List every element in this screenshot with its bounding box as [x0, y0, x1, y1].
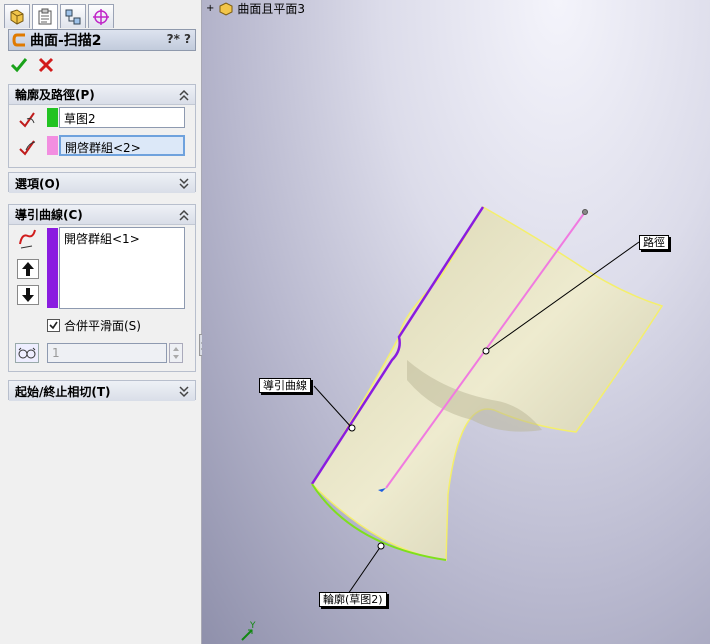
feature-title-bar: 曲面-扫描2 ?* ? — [8, 29, 196, 51]
merge-smooth-option[interactable]: 合併平滑面(S) — [47, 317, 141, 334]
start-end-tangency-label: 起始/終止相切(T) — [15, 384, 111, 399]
tab-feature-manager[interactable] — [4, 4, 30, 28]
ok-button[interactable] — [10, 56, 28, 74]
triad-icon — [241, 629, 253, 641]
spinner-arrows-icon — [173, 347, 179, 359]
leader-anchor-path — [482, 347, 490, 355]
guide-color-swatch — [47, 228, 58, 308]
move-down-button[interactable] — [17, 285, 39, 305]
property-icon — [38, 8, 52, 25]
section-count-spinner[interactable] — [169, 343, 183, 363]
guide-curve-list[interactable]: 開啓群組<1> — [59, 227, 185, 309]
tab-configuration-manager[interactable] — [60, 4, 86, 28]
guide-curve-icon — [19, 229, 36, 249]
profile-path-group: 輪廓及路徑(P) 草图2 開啓群組<2> — [8, 84, 196, 168]
chevron-up-icon[interactable] — [179, 208, 189, 222]
move-up-button[interactable] — [17, 259, 39, 279]
chevron-up-icon[interactable] — [179, 88, 189, 102]
profile-path-header-label: 輪廓及路徑(P) — [15, 88, 95, 102]
help-button[interactable]: ?* ? — [167, 32, 191, 46]
merge-smooth-label: 合併平滑面(S) — [64, 319, 141, 333]
chevron-down-icon[interactable] — [179, 384, 189, 398]
tab-property-manager[interactable] — [32, 4, 58, 29]
profile-selection-box[interactable]: 草图2 — [59, 107, 185, 128]
callout-guide-curve[interactable]: 導引曲線 — [259, 378, 311, 393]
start-end-tangency-group: 起始/終止相切(T) — [8, 380, 196, 401]
section-count-field[interactable]: 1 — [47, 343, 167, 363]
callout-path[interactable]: 路徑 — [639, 235, 669, 250]
crosshair-icon — [93, 8, 109, 25]
profile-icon — [19, 112, 35, 128]
options-group: 選項(O) — [8, 172, 196, 193]
path-selection-box[interactable]: 開啓群組<2> — [59, 135, 185, 156]
merge-smooth-checkbox[interactable] — [47, 319, 60, 332]
leader-line-guide — [313, 385, 353, 429]
preview-sections-button[interactable] — [15, 343, 39, 363]
feature-tree-icon — [10, 8, 24, 25]
path-icon — [19, 140, 36, 156]
profile-color-swatch — [47, 108, 58, 127]
path-color-swatch — [47, 136, 58, 155]
swept-surface[interactable] — [311, 205, 664, 561]
ok-cancel-bar — [10, 56, 70, 76]
start-end-tangency-header[interactable]: 起始/終止相切(T) — [9, 381, 195, 401]
triad-y-label: Y — [250, 621, 256, 631]
property-manager: 曲面-扫描2 ?* ? 輪廓及路徑(P) 草图2 開啓群組<2> 選項(O) 導… — [0, 0, 207, 644]
guide-curves-header-label: 導引曲線(C) — [15, 208, 83, 222]
manager-tabs — [4, 4, 200, 29]
cancel-button[interactable] — [38, 57, 54, 73]
tab-display-manager[interactable] — [88, 4, 114, 28]
options-header-label: 選項(O) — [15, 176, 61, 191]
arrow-down-icon — [22, 288, 34, 302]
profile-path-header[interactable]: 輪廓及路徑(P) — [9, 85, 195, 105]
feature-title: 曲面-扫描2 — [30, 33, 102, 49]
model-canvas[interactable] — [202, 0, 710, 644]
guide-curves-header[interactable]: 導引曲線(C) — [9, 205, 195, 225]
list-item[interactable]: 開啓群組<1> — [64, 230, 180, 247]
glasses-icon — [18, 347, 36, 359]
checkmark-icon — [49, 321, 58, 330]
leader-line-profile — [347, 545, 382, 595]
graphics-area[interactable]: + 曲面且平面3 路徑 導引曲線 輪廓(草图2) Y — [202, 0, 710, 644]
chevron-down-icon[interactable] — [179, 176, 189, 190]
path-endpoint — [582, 209, 588, 215]
guide-curves-group: 導引曲線(C) 開啓群組<1> 合併平滑面(S) 1 — [8, 204, 196, 372]
sweep-surface-icon — [12, 33, 25, 47]
callout-profile[interactable]: 輪廓(草图2) — [319, 592, 387, 607]
configuration-icon — [65, 9, 81, 24]
arrow-up-icon — [22, 262, 34, 276]
leader-anchor-guide — [348, 424, 356, 432]
leader-anchor-profile — [377, 542, 385, 550]
options-header[interactable]: 選項(O) — [9, 173, 195, 193]
